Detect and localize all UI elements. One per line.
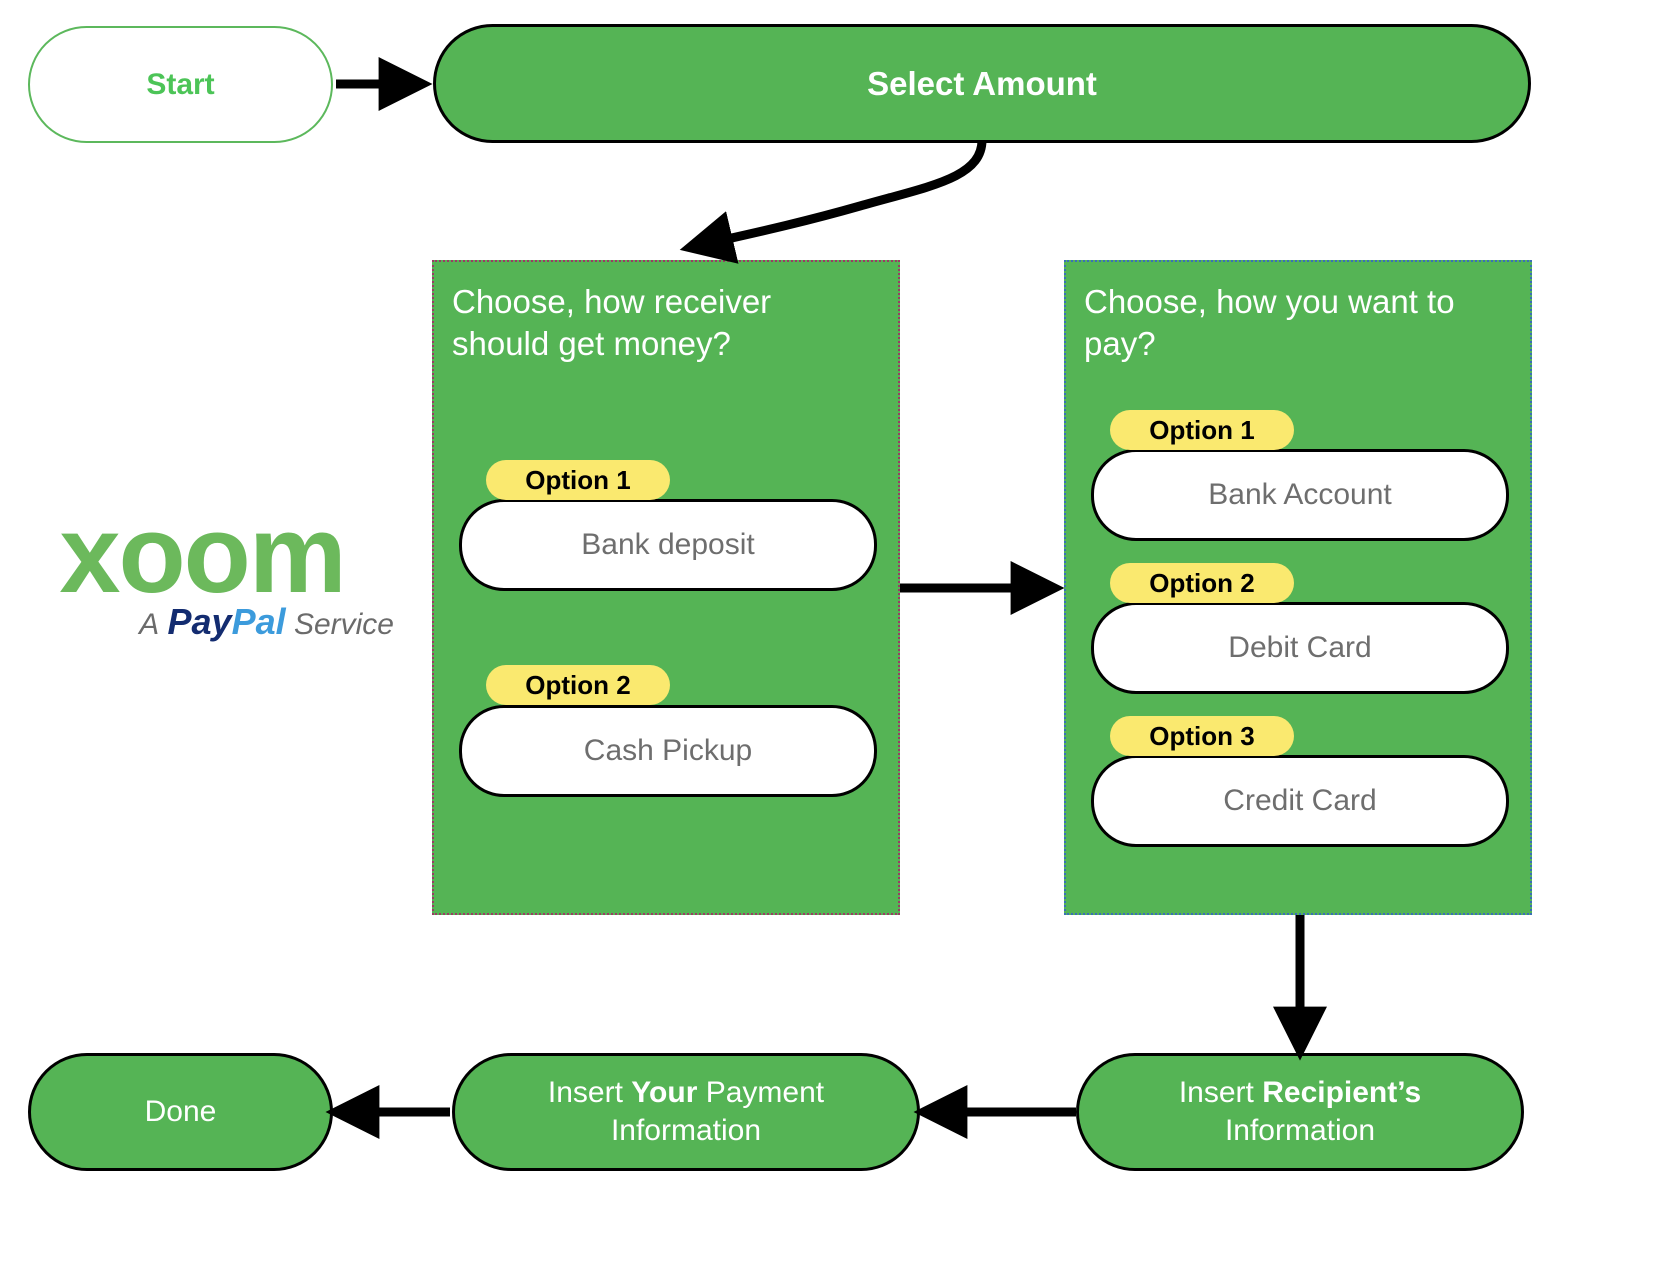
node-done-label: Done [144, 1095, 217, 1128]
choice-bank-deposit-label: Bank deposit [581, 528, 755, 561]
choice-cash-pickup-label: Cash Pickup [583, 734, 753, 767]
node-your-payment-information-line2: Information [610, 1114, 762, 1147]
choice-bank-deposit[interactable]: Bank deposit [459, 499, 877, 591]
node-recipient-information-line2: Information [1224, 1114, 1376, 1147]
badge-payment-option-2: Option 2 [1110, 563, 1294, 603]
badge-receiver-option-1-label: Option 1 [525, 464, 631, 495]
panel-receiver-method-question: Choose, how receiver should get money? [452, 283, 772, 363]
badge-payment-option-3-label: Option 3 [1149, 720, 1255, 751]
recipient-bold: Recipient’s [1262, 1075, 1422, 1109]
xoom-wordmark: xoom [59, 493, 346, 616]
badge-payment-option-1-label: Option 1 [1149, 414, 1255, 445]
arrow-select-to-receiver [679, 139, 987, 264]
badge-payment-option-1: Option 1 [1110, 410, 1294, 450]
node-your-payment-information-line1: Insert Your Payment [548, 1074, 824, 1112]
tagline-a: A [139, 608, 160, 641]
badge-receiver-option-1: Option 1 [486, 460, 670, 500]
tagline-service: Service [293, 608, 394, 641]
choice-debit-card[interactable]: Debit Card [1091, 602, 1509, 694]
xoom-logo: xoom A PayPal Service [2, 493, 402, 642]
node-recipient-information-line1: Insert Recipient’s [1179, 1074, 1421, 1112]
choice-credit-card-label: Credit Card [1223, 784, 1377, 817]
choice-bank-account-label: Bank Account [1208, 478, 1392, 511]
choice-bank-account[interactable]: Bank Account [1091, 449, 1509, 541]
recipient-pre: Insert [1178, 1075, 1263, 1109]
panel-payment-method-question: Choose, how you want to pay? [1084, 283, 1455, 363]
node-select-amount[interactable]: Select Amount [433, 24, 1531, 143]
choice-cash-pickup[interactable]: Cash Pickup [459, 705, 877, 797]
choice-debit-card-label: Debit Card [1228, 631, 1372, 664]
badge-receiver-option-2: Option 2 [486, 665, 670, 705]
node-done[interactable]: Done [28, 1053, 333, 1171]
paypal-pal-text: Pal [231, 601, 286, 642]
node-start[interactable]: Start [28, 26, 333, 143]
payment-pre: Insert [547, 1075, 632, 1109]
badge-receiver-option-2-label: Option 2 [525, 669, 631, 700]
node-your-payment-information[interactable]: Insert Your Payment Information [452, 1053, 920, 1171]
node-select-amount-label: Select Amount [867, 64, 1097, 102]
node-start-label: Start [146, 67, 215, 101]
badge-payment-option-3: Option 3 [1110, 716, 1294, 756]
payment-bold: Your [631, 1075, 698, 1109]
choice-credit-card[interactable]: Credit Card [1091, 755, 1509, 847]
badge-payment-option-2-label: Option 2 [1149, 567, 1255, 598]
payment-post: Payment [697, 1075, 825, 1109]
flowchart-canvas: Start Select Amount xoom A PayPal Servic… [0, 0, 1674, 1282]
node-recipient-information[interactable]: Insert Recipient’s Information [1076, 1053, 1524, 1171]
paypal-pay-text: Pay [167, 601, 232, 642]
